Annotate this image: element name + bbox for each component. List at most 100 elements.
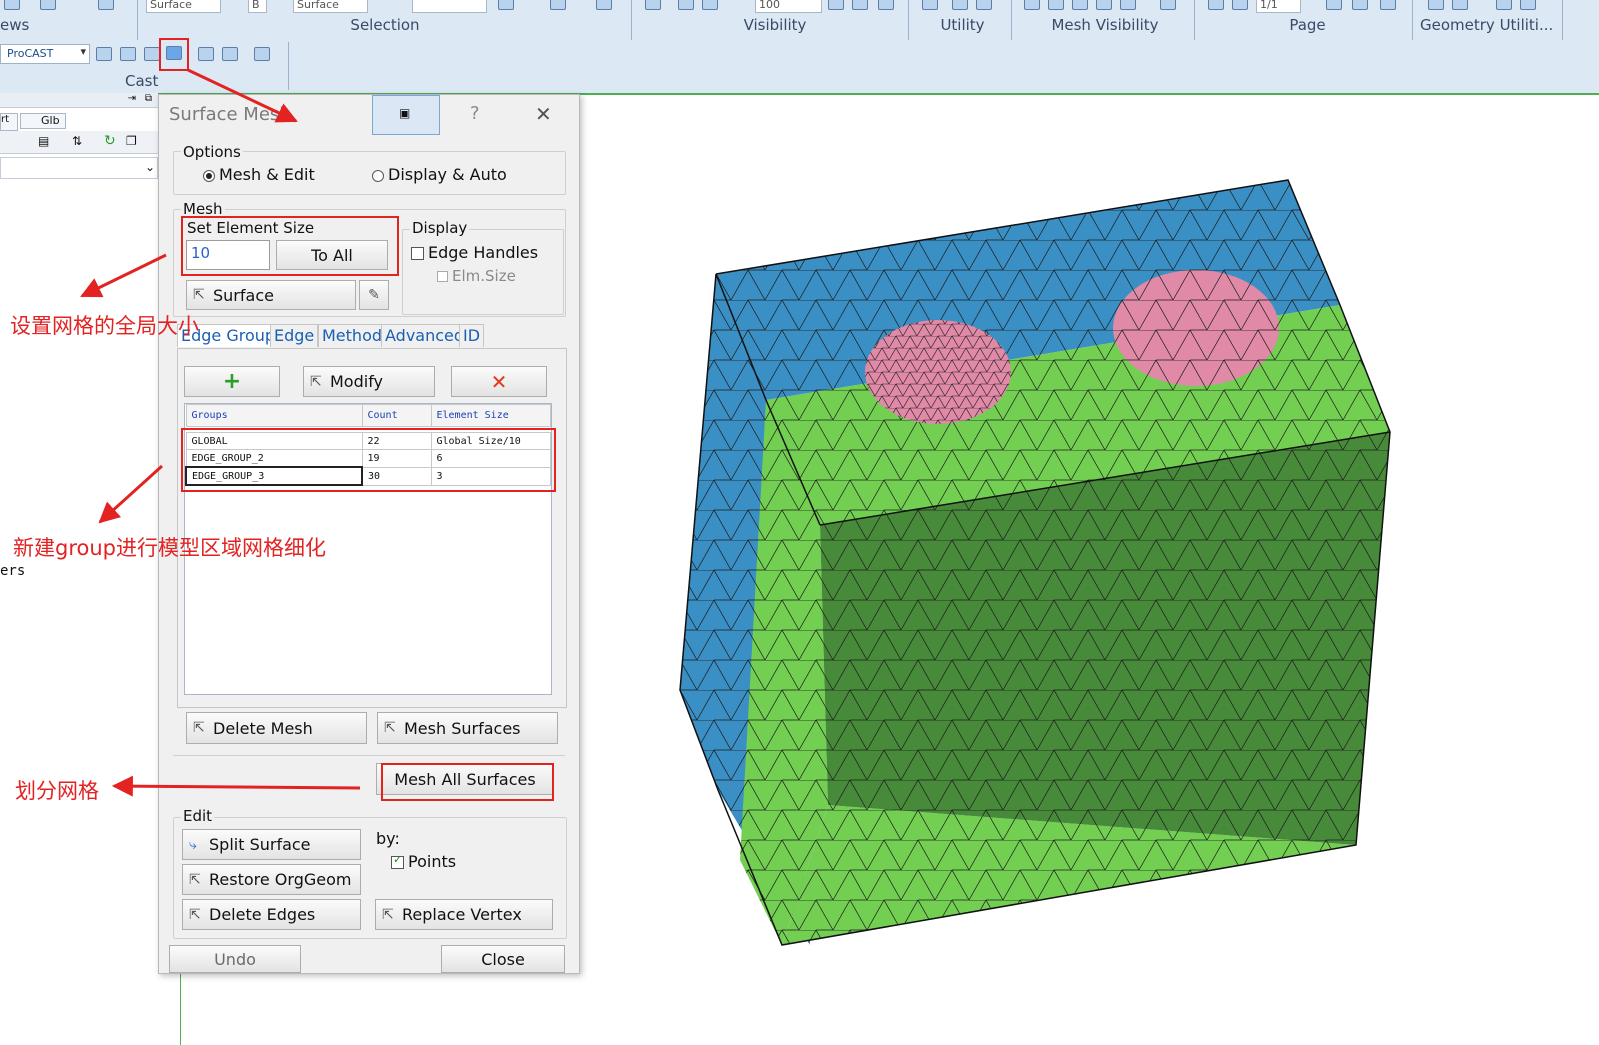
modify-button[interactable]: ⇱ Modify <box>303 366 435 397</box>
page-export-icon[interactable] <box>1380 0 1396 10</box>
view-icon[interactable] <box>828 0 844 10</box>
highlight-mesh-all-surfaces <box>381 763 554 801</box>
pick-icon[interactable] <box>550 0 566 10</box>
modify-label: Modify <box>330 372 384 391</box>
sort-icon[interactable]: ⇅ <box>72 134 82 148</box>
replace-vertex-label: Replace Vertex <box>402 905 522 924</box>
surface-label: Surface <box>213 285 274 305</box>
delete-edges-button[interactable]: ⇱ Delete Edges <box>182 899 361 930</box>
col-groups[interactable]: Groups <box>185 404 363 427</box>
surface-edge-select-1[interactable]: Surface Edge <box>146 0 221 13</box>
show-icon[interactable] <box>878 0 894 10</box>
filter-icon[interactable] <box>596 0 612 10</box>
plus-icon: + <box>222 369 242 394</box>
tab-edge[interactable]: Edge <box>270 324 319 347</box>
mesh-vis-icon-3[interactable] <box>1072 0 1088 10</box>
col-element-size[interactable]: Element Size <box>430 404 551 427</box>
mesh-surfaces-label: Mesh Surfaces <box>404 718 521 738</box>
mesh-surfaces-button[interactable]: ⇱ Mesh Surfaces <box>377 712 558 744</box>
replace-vertex-button[interactable]: ⇱ Replace Vertex <box>375 899 553 930</box>
eye-icon[interactable] <box>678 0 694 10</box>
delete-mesh-label: Delete Mesh <box>213 718 313 738</box>
chevron-down-icon[interactable]: ⌄ <box>145 160 155 174</box>
chevron-down-icon[interactable]: ▾ <box>80 45 86 58</box>
restore-icon[interactable]: ⧉ <box>145 93 152 104</box>
tab-rt[interactable]: rt <box>0 113 18 131</box>
utility-icon-1[interactable] <box>922 0 938 10</box>
cast-icon-2[interactable] <box>120 47 136 61</box>
b-select[interactable]: B <box>248 0 267 13</box>
help-button[interactable]: ? <box>470 103 480 124</box>
tab-glb[interactable]: Glb <box>20 113 66 129</box>
page-prev-icon[interactable] <box>1208 0 1224 10</box>
dialog-title: Surface Mesh <box>169 104 291 125</box>
procast-label: ProCAST <box>7 47 54 60</box>
split-surface-button[interactable]: ⤷ Split Surface <box>182 829 361 860</box>
snap-button[interactable]: ▣ <box>372 95 440 135</box>
cast-icon-5[interactable] <box>198 47 214 61</box>
geom-icon-2[interactable] <box>1452 0 1468 10</box>
rotate-icon[interactable] <box>40 0 56 10</box>
restore-orggeom-button[interactable]: ⇱ Restore OrgGeom <box>182 864 361 895</box>
selection-field[interactable] <box>412 0 487 13</box>
cursor-icon: ⇱ <box>382 906 394 923</box>
tab-advanced[interactable]: Advanced <box>381 324 469 347</box>
page-add-icon[interactable] <box>1352 0 1368 10</box>
mesh-vis-icon-6[interactable] <box>1160 0 1176 10</box>
edge-handles-checkbox[interactable]: Edge Handles <box>411 243 538 262</box>
pin-icon[interactable]: ⇥ <box>128 93 136 104</box>
geom-icon-3[interactable] <box>1496 0 1512 10</box>
zoom-input[interactable]: 100 <box>755 0 822 13</box>
cast-icon-7[interactable] <box>254 47 270 61</box>
undo-button[interactable]: Undo <box>169 945 301 973</box>
elm-size-checkbox[interactable]: Elm.Size <box>437 267 516 285</box>
mesh-vis-icon-5[interactable] <box>1120 0 1136 10</box>
display-auto-radio[interactable]: Display & Auto <box>372 165 507 184</box>
edge-handles-label: Edge Handles <box>428 243 539 262</box>
tab-id[interactable]: ID <box>459 324 485 347</box>
page-field[interactable]: 1/1 <box>1256 0 1301 13</box>
tab-method[interactable]: Method <box>318 324 387 347</box>
select-icon[interactable] <box>498 0 514 10</box>
close-icon[interactable]: ✕ <box>535 102 552 126</box>
views-icon[interactable] <box>4 0 20 10</box>
cursor-icon: ⇱ <box>193 720 205 736</box>
mesh-vis-icon-1[interactable] <box>1024 0 1040 10</box>
col-count[interactable]: Count <box>361 404 432 427</box>
page-icon[interactable] <box>1326 0 1342 10</box>
add-group-button[interactable]: + <box>184 366 280 397</box>
color-icon[interactable] <box>98 0 114 10</box>
pointer-icon[interactable] <box>645 0 661 10</box>
mesh-edit-label: Mesh & Edit <box>219 165 315 184</box>
ribbon-group-selection: Selection <box>350 16 420 34</box>
delete-mesh-button[interactable]: ⇱ Delete Mesh <box>186 712 367 744</box>
delete-group-button[interactable]: ✕ <box>451 366 547 397</box>
refresh-icon[interactable]: ↻ <box>104 133 116 149</box>
left-panel-header: ⇥ ⧉ <box>0 93 158 108</box>
mesh-vis-icon-4[interactable] <box>1096 0 1112 10</box>
geom-icon-1[interactable] <box>1428 0 1444 10</box>
left-combo[interactable]: ⌄ <box>0 157 158 179</box>
ribbon-group-mesh-visibility: Mesh Visibility <box>1051 16 1159 34</box>
surface-edit-button[interactable]: ✎ <box>359 280 389 310</box>
hide-icon[interactable] <box>852 0 868 10</box>
cast-icon-3[interactable] <box>144 47 160 61</box>
copy-icon[interactable]: ❐ <box>126 134 137 148</box>
ribbon-toolbar: ews Surface Edge B Surface Edge Selectio… <box>0 0 1599 95</box>
surface-edge-select-2[interactable]: Surface Edge <box>293 0 368 13</box>
geom-icon-4[interactable] <box>1520 0 1536 10</box>
utility-icon-3[interactable] <box>976 0 992 10</box>
mesh-viewport[interactable] <box>578 94 1599 1045</box>
filter-icon[interactable]: ▤ <box>38 134 49 148</box>
cast-icon-1[interactable] <box>96 47 112 61</box>
mesh-edit-radio[interactable]: Mesh & Edit <box>203 165 315 184</box>
surface-button[interactable]: ⇱ Surface <box>186 280 356 310</box>
cast-icon-6[interactable] <box>222 47 238 61</box>
points-checkbox[interactable]: ✓ Points <box>391 852 456 871</box>
eye-hide-icon[interactable] <box>702 0 718 10</box>
page-down-icon[interactable] <box>1232 0 1248 10</box>
close-button[interactable]: Close <box>441 945 565 973</box>
mesh-vis-icon-2[interactable] <box>1048 0 1064 10</box>
utility-icon-2[interactable] <box>952 0 968 10</box>
procast-select[interactable]: ProCAST ▾ <box>0 44 90 64</box>
